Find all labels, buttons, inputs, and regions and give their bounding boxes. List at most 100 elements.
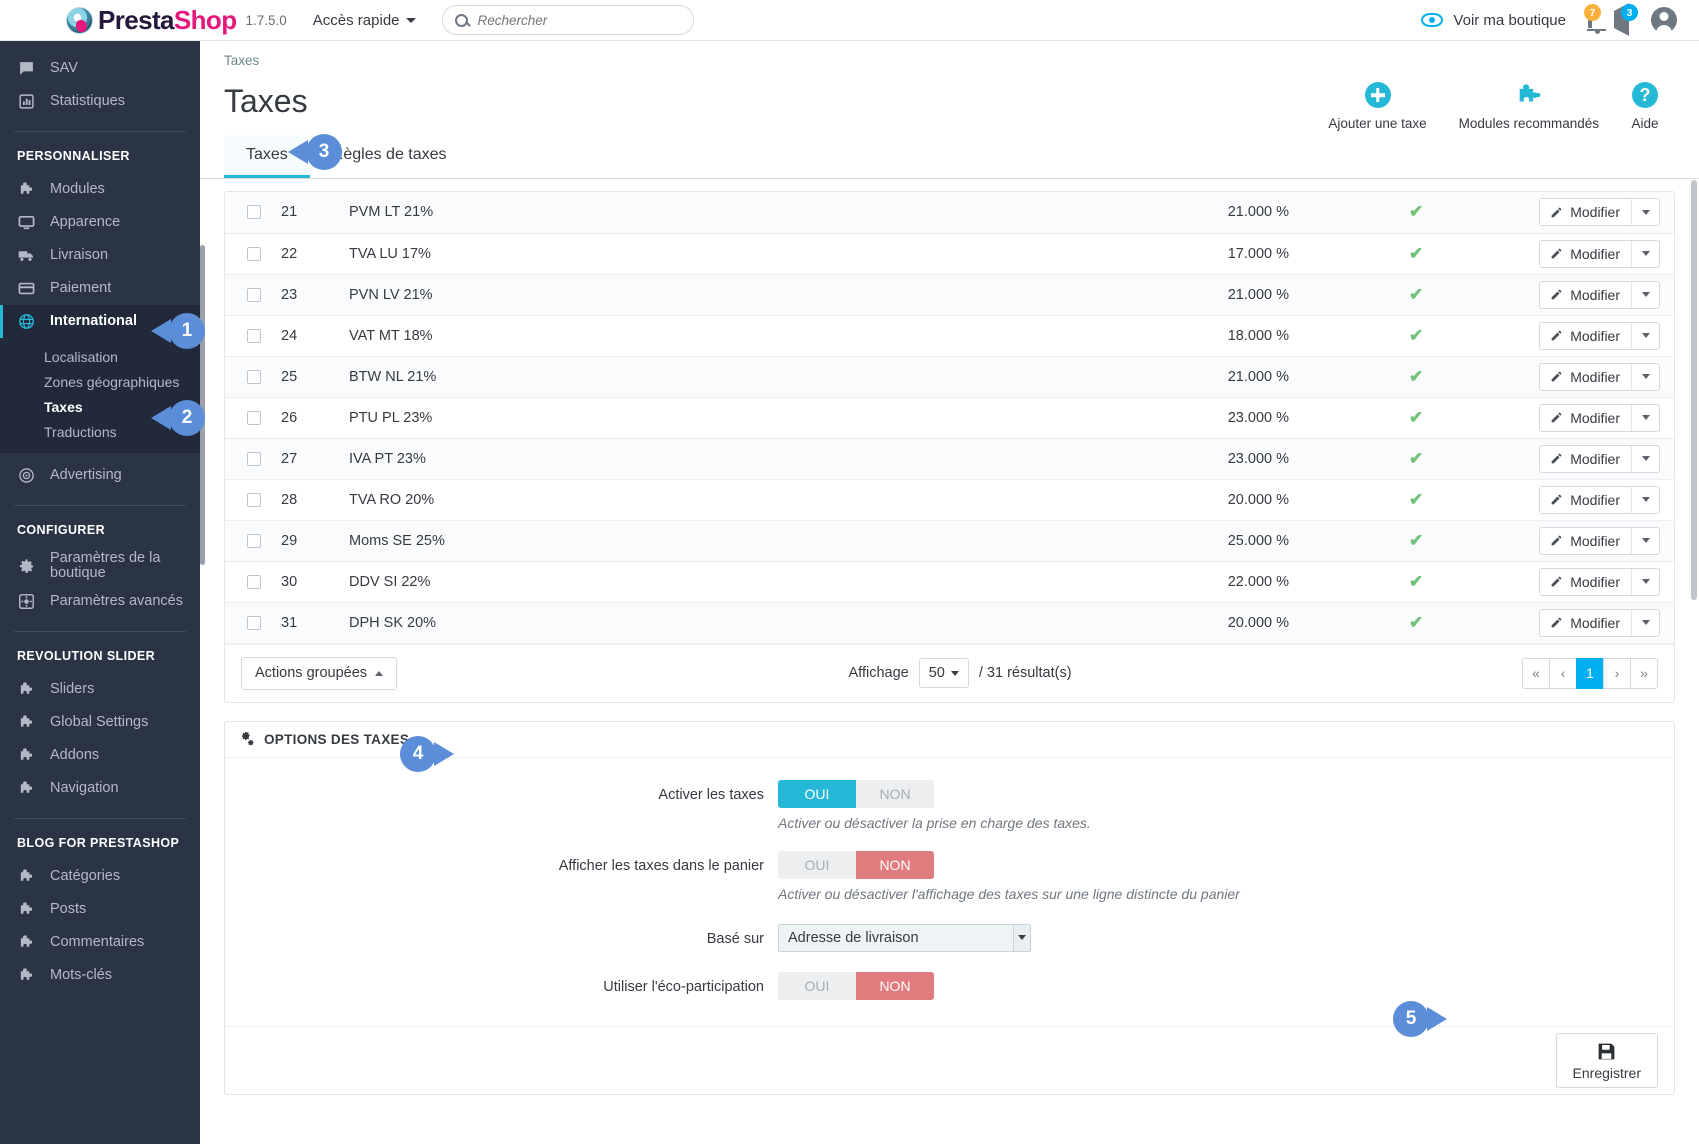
table-row[interactable]: 24VAT MT 18%18.000 %✔Modifier [225, 315, 1674, 356]
table-row[interactable]: 27IVA PT 23%23.000 %✔Modifier [225, 438, 1674, 479]
table-row[interactable]: 28TVA RO 20%20.000 %✔Modifier [225, 479, 1674, 520]
sidebar-item-categories[interactable]: Catégories [0, 860, 200, 893]
chevron-down-icon[interactable] [1013, 925, 1030, 951]
row-checkbox[interactable] [247, 493, 261, 507]
row-checkbox[interactable] [247, 205, 261, 219]
edit-dropdown-toggle[interactable] [1631, 364, 1659, 390]
recommended-modules-button[interactable]: Modules recommandés [1443, 82, 1615, 131]
row-checkbox[interactable] [247, 452, 261, 466]
sidebar-item-modules[interactable]: Modules [0, 173, 200, 206]
row-checkbox[interactable] [247, 575, 261, 589]
edit-button[interactable]: Modifier [1539, 281, 1660, 309]
edit-button[interactable]: Modifier [1539, 486, 1660, 514]
row-checkbox[interactable] [247, 534, 261, 548]
table-row[interactable]: 31DPH SK 20%20.000 %✔Modifier [225, 602, 1674, 643]
edit-button[interactable]: Modifier [1539, 527, 1660, 555]
sidebar-item-sav[interactable]: SAV [0, 52, 200, 85]
sidebar-subitem-localisation[interactable]: Localisation [0, 344, 200, 369]
sidebar-item-global-settings[interactable]: Global Settings [0, 706, 200, 739]
view-my-shop-button[interactable]: Voir ma boutique [1421, 12, 1566, 29]
edit-dropdown-toggle[interactable] [1631, 323, 1659, 349]
sidebar-scrollbar[interactable] [200, 245, 205, 565]
bulk-actions-button[interactable]: Actions groupées [241, 657, 397, 690]
table-row[interactable]: 30DDV SI 22%22.000 %✔Modifier [225, 561, 1674, 602]
quick-access-menu[interactable]: Accès rapide [313, 12, 416, 29]
table-row[interactable]: 22TVA LU 17%17.000 %✔Modifier [225, 233, 1674, 274]
notifications-button[interactable]: 7 [1588, 11, 1592, 29]
prestashop-logo[interactable]: PrestaShop 1.7.5.0 [66, 5, 287, 36]
sidebar-subitem-taxes[interactable]: Taxes [0, 394, 200, 419]
sidebar-item-mots-cles[interactable]: Mots-clés [0, 959, 200, 992]
search-input[interactable] [478, 13, 681, 28]
sidebar-item-apparence[interactable]: Apparence [0, 206, 200, 239]
table-row[interactable]: 29Moms SE 25%25.000 %✔Modifier [225, 520, 1674, 561]
based-on-select[interactable]: Adresse de livraison [778, 924, 1031, 952]
edit-dropdown-toggle[interactable] [1631, 241, 1659, 267]
page-scrollbar[interactable] [1691, 180, 1697, 600]
row-checkbox[interactable] [247, 288, 261, 302]
edit-dropdown-toggle[interactable] [1631, 569, 1659, 595]
sidebar-subitem-traductions[interactable]: Traductions [0, 419, 200, 444]
pagination-next[interactable]: › [1603, 658, 1631, 689]
table-row[interactable]: 25BTW NL 21%21.000 %✔Modifier [225, 356, 1674, 397]
sidebar-subitem-zones-geographiques[interactable]: Zones géographiques [0, 369, 200, 394]
toggle-yes[interactable]: OUI [778, 972, 856, 1000]
tab-taxes[interactable]: Taxes [224, 135, 310, 178]
pagination-page-1[interactable]: 1 [1576, 658, 1604, 689]
edit-dropdown-toggle[interactable] [1631, 282, 1659, 308]
edit-dropdown-toggle[interactable] [1631, 610, 1659, 636]
announcements-button[interactable]: 3 [1614, 11, 1629, 29]
user-avatar[interactable] [1651, 7, 1677, 33]
sidebar-item-livraison[interactable]: Livraison [0, 239, 200, 272]
edit-dropdown-toggle[interactable] [1631, 528, 1659, 554]
row-checkbox[interactable] [247, 247, 261, 261]
sidebar-item-posts[interactable]: Posts [0, 893, 200, 926]
edit-button[interactable]: Modifier [1539, 322, 1660, 350]
page-size-select[interactable]: 50 [919, 658, 969, 688]
table-row[interactable]: 26PTU PL 23%23.000 %✔Modifier [225, 397, 1674, 438]
table-row[interactable]: 23PVN LV 21%21.000 %✔Modifier [225, 274, 1674, 315]
display-taxes-cart-toggle[interactable]: OUI NON [778, 851, 934, 879]
save-button[interactable]: Enregistrer [1556, 1033, 1658, 1088]
sidebar-item-navigation[interactable]: Navigation [0, 772, 200, 805]
edit-button[interactable]: Modifier [1539, 404, 1660, 432]
help-button[interactable]: ? Aide [1615, 82, 1675, 131]
sidebar-item-sliders[interactable]: Sliders [0, 673, 200, 706]
eco-participation-toggle[interactable]: OUI NON [778, 972, 934, 1000]
row-checkbox[interactable] [247, 329, 261, 343]
table-row[interactable]: 21PVM LT 21%21.000 %✔Modifier [225, 192, 1674, 233]
pagination-last[interactable]: » [1630, 658, 1658, 689]
search-box[interactable] [442, 5, 694, 35]
edit-button[interactable]: Modifier [1539, 568, 1660, 596]
sidebar-item-paiement[interactable]: Paiement [0, 272, 200, 305]
toggle-no[interactable]: NON [856, 851, 934, 879]
row-checkbox[interactable] [247, 370, 261, 384]
sidebar-item-statistiques[interactable]: Statistiques [0, 85, 200, 118]
tab-tax-rules[interactable]: Règles de taxes [310, 135, 469, 178]
sidebar-item-advertising[interactable]: Advertising [0, 459, 200, 492]
toggle-yes[interactable]: OUI [778, 851, 856, 879]
sidebar-item-addons[interactable]: Addons [0, 739, 200, 772]
pagination-first[interactable]: « [1522, 658, 1550, 689]
toggle-yes[interactable]: OUI [778, 780, 856, 808]
sidebar-item-parametres-avances[interactable]: Paramètres avancés [0, 585, 200, 618]
edit-button[interactable]: Modifier [1539, 609, 1660, 637]
row-checkbox[interactable] [247, 411, 261, 425]
edit-dropdown-toggle[interactable] [1631, 446, 1659, 472]
edit-button[interactable]: Modifier [1539, 198, 1660, 226]
sidebar-item-commentaires[interactable]: Commentaires [0, 926, 200, 959]
edit-dropdown-toggle[interactable] [1631, 487, 1659, 513]
toggle-no[interactable]: NON [856, 780, 934, 808]
sidebar-item-parametres-boutique[interactable]: Paramètres de la boutique [0, 547, 200, 585]
toggle-no[interactable]: NON [856, 972, 934, 1000]
edit-button[interactable]: Modifier [1539, 240, 1660, 268]
row-checkbox[interactable] [247, 616, 261, 630]
sidebar-item-international[interactable]: International [0, 305, 200, 338]
edit-dropdown-toggle[interactable] [1631, 405, 1659, 431]
edit-button[interactable]: Modifier [1539, 363, 1660, 391]
enable-taxes-toggle[interactable]: OUI NON [778, 780, 934, 808]
pagination-prev[interactable]: ‹ [1549, 658, 1577, 689]
add-tax-button[interactable]: Ajouter une taxe [1312, 82, 1442, 131]
edit-dropdown-toggle[interactable] [1631, 199, 1659, 225]
edit-button[interactable]: Modifier [1539, 445, 1660, 473]
